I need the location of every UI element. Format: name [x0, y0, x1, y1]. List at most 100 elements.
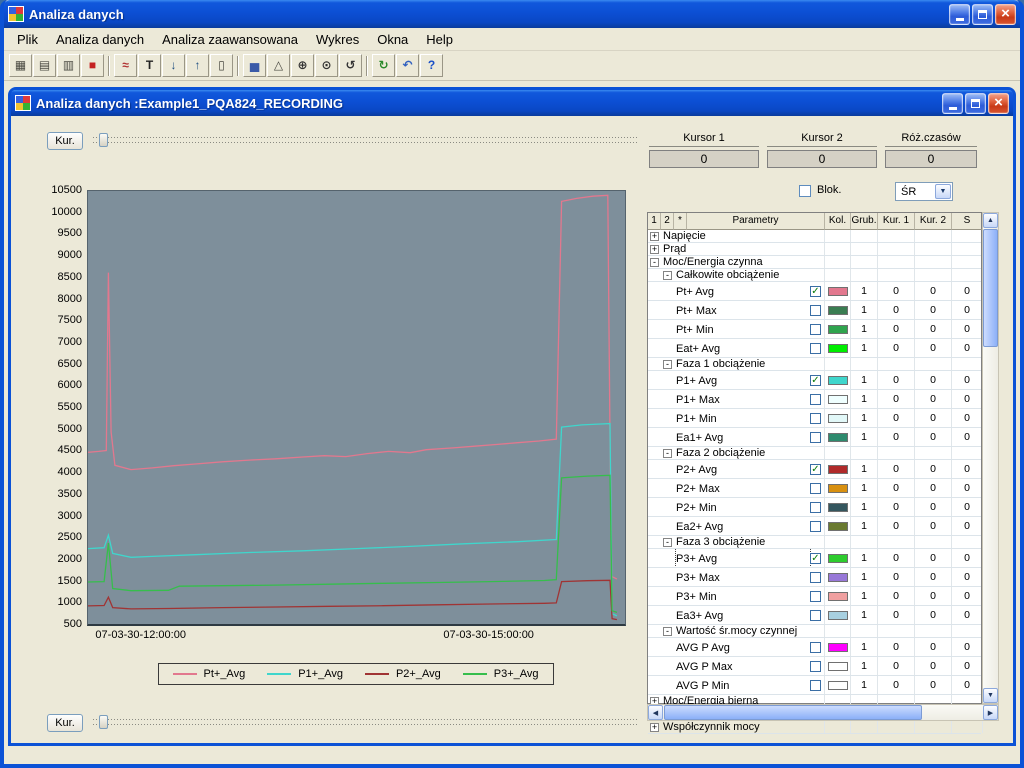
- param-row[interactable]: P3+ Max1000: [648, 568, 981, 587]
- collapse-icon[interactable]: -: [650, 258, 659, 267]
- param-checkbox[interactable]: [810, 324, 821, 335]
- param-row[interactable]: Eat+ Avg1000: [648, 339, 981, 358]
- tree-group-row[interactable]: -Faza 2 obciążenie: [648, 447, 981, 460]
- collapse-icon[interactable]: -: [663, 627, 672, 636]
- inner-minimize-button[interactable]: [942, 93, 963, 114]
- chart-plot[interactable]: [87, 190, 626, 626]
- scroll-up-icon[interactable]: ▲: [983, 213, 998, 228]
- inner-maximize-button[interactable]: [965, 93, 986, 114]
- param-row[interactable]: AVG P Min1000: [648, 676, 981, 695]
- bottom-kur-button[interactable]: Kur.: [47, 714, 83, 732]
- param-checkbox[interactable]: [810, 413, 821, 424]
- param-row[interactable]: P3+ Avg✓1000: [648, 549, 981, 568]
- param-checkbox[interactable]: ✓: [810, 464, 821, 475]
- blok-checkbox[interactable]: [799, 185, 811, 197]
- expand-icon[interactable]: +: [650, 232, 659, 241]
- refresh-tool-button[interactable]: ↻: [372, 54, 395, 77]
- bottom-cursor-slider[interactable]: [93, 719, 639, 725]
- time-tool-button[interactable]: ↺: [339, 54, 362, 77]
- print-tool-button[interactable]: ▤: [33, 54, 56, 77]
- top-cursor-thumb[interactable]: [99, 133, 108, 147]
- main-window-titlebar[interactable]: Analiza danych ×: [4, 0, 1020, 28]
- waveform-tool-button[interactable]: △: [267, 54, 290, 77]
- param-row[interactable]: Ea3+ Avg1000: [648, 606, 981, 625]
- param-checkbox[interactable]: [810, 521, 821, 532]
- param-checkbox[interactable]: [810, 502, 821, 513]
- param-row[interactable]: Ea1+ Avg1000: [648, 428, 981, 447]
- export-tool-button[interactable]: ↑: [186, 54, 209, 77]
- collapse-icon[interactable]: -: [663, 538, 672, 547]
- expand-icon[interactable]: +: [650, 723, 659, 732]
- param-row[interactable]: Ea2+ Avg1000: [648, 517, 981, 536]
- param-row[interactable]: AVG P Avg1000: [648, 638, 981, 657]
- column-header-kur-2[interactable]: Kur. 2: [915, 213, 952, 230]
- column-header-2[interactable]: 2: [661, 213, 674, 230]
- close-button[interactable]: ×: [995, 4, 1016, 25]
- export-grid-tool-button[interactable]: ▥: [57, 54, 80, 77]
- zoom-tool-button[interactable]: ⊕: [291, 54, 314, 77]
- tree-group-row[interactable]: -Moc/Energia czynna: [648, 256, 981, 269]
- param-row[interactable]: P2+ Max1000: [648, 479, 981, 498]
- data-grid-tool-button[interactable]: ▦: [9, 54, 32, 77]
- collapse-icon[interactable]: -: [663, 449, 672, 458]
- param-checkbox[interactable]: [810, 483, 821, 494]
- collapse-icon[interactable]: -: [663, 271, 672, 280]
- column-header-s[interactable]: S: [952, 213, 983, 230]
- tree-group-row[interactable]: +Współczynnik mocy: [648, 721, 981, 734]
- tree-group-row[interactable]: -Faza 1 obciążenie: [648, 358, 981, 371]
- menu-item-analiza-danych[interactable]: Analiza danych: [47, 29, 153, 50]
- param-checkbox[interactable]: [810, 432, 821, 443]
- bottom-cursor-thumb[interactable]: [99, 715, 108, 729]
- param-row[interactable]: Pt+ Avg✓1000: [648, 282, 981, 301]
- minimize-button[interactable]: [949, 4, 970, 25]
- search-tool-button[interactable]: ⊙: [315, 54, 338, 77]
- expand-icon[interactable]: +: [650, 245, 659, 254]
- param-row[interactable]: P2+ Avg✓1000: [648, 460, 981, 479]
- param-row[interactable]: P3+ Min1000: [648, 587, 981, 606]
- tree-group-row[interactable]: -Wartość śr.mocy czynnej: [648, 625, 981, 638]
- combo-dropdown-icon[interactable]: ▼: [935, 184, 951, 199]
- table-vertical-scrollbar[interactable]: ▲ ▼: [982, 212, 999, 704]
- param-checkbox[interactable]: [810, 610, 821, 621]
- aggregation-combo[interactable]: ŚR ▼: [895, 182, 953, 201]
- maximize-button[interactable]: [972, 4, 993, 25]
- analysis-window-titlebar[interactable]: Analiza danych :Example1_PQA824_RECORDIN…: [11, 90, 1013, 116]
- menu-item-okna[interactable]: Okna: [368, 29, 417, 50]
- document-tool-button[interactable]: ▯: [210, 54, 233, 77]
- vertical-scroll-thumb[interactable]: [983, 229, 998, 347]
- menu-item-wykres[interactable]: Wykres: [307, 29, 368, 50]
- chart-tool-button[interactable]: ≈: [114, 54, 137, 77]
- param-checkbox[interactable]: [810, 591, 821, 602]
- column-header-1[interactable]: 1: [648, 213, 661, 230]
- param-checkbox[interactable]: ✓: [810, 286, 821, 297]
- bar-chart-tool-button[interactable]: ▅: [243, 54, 266, 77]
- column-header-kol[interactable]: Kol.: [825, 213, 851, 230]
- record-tool-button[interactable]: ■: [81, 54, 104, 77]
- horizontal-scroll-thumb[interactable]: [664, 705, 922, 720]
- param-checkbox[interactable]: [810, 305, 821, 316]
- column-header-kur-1[interactable]: Kur. 1: [878, 213, 915, 230]
- help-tool-button[interactable]: ?: [420, 54, 443, 77]
- menu-item-help[interactable]: Help: [417, 29, 462, 50]
- inner-close-button[interactable]: ×: [988, 93, 1009, 114]
- column-header-col2[interactable]: *: [674, 213, 687, 230]
- tree-group-row[interactable]: -Całkowite obciążenie: [648, 269, 981, 282]
- param-checkbox[interactable]: [810, 680, 821, 691]
- param-checkbox[interactable]: ✓: [810, 553, 821, 564]
- top-kur-button[interactable]: Kur.: [47, 132, 83, 150]
- param-row[interactable]: P2+ Min1000: [648, 498, 981, 517]
- table-horizontal-scrollbar[interactable]: ◀ ▶: [647, 704, 999, 721]
- tree-group-row[interactable]: +Prąd: [648, 243, 981, 256]
- tree-group-row[interactable]: +Napięcie: [648, 230, 981, 243]
- param-row[interactable]: Pt+ Max1000: [648, 301, 981, 320]
- param-checkbox[interactable]: [810, 572, 821, 583]
- scroll-right-icon[interactable]: ▶: [983, 705, 998, 720]
- param-row[interactable]: P1+ Max1000: [648, 390, 981, 409]
- undo-tool-button[interactable]: ↶: [396, 54, 419, 77]
- collapse-icon[interactable]: -: [663, 360, 672, 369]
- import-tool-button[interactable]: ↓: [162, 54, 185, 77]
- text-tool-button[interactable]: T: [138, 54, 161, 77]
- menu-item-plik[interactable]: Plik: [8, 29, 47, 50]
- param-row[interactable]: P1+ Min1000: [648, 409, 981, 428]
- param-row[interactable]: Pt+ Min1000: [648, 320, 981, 339]
